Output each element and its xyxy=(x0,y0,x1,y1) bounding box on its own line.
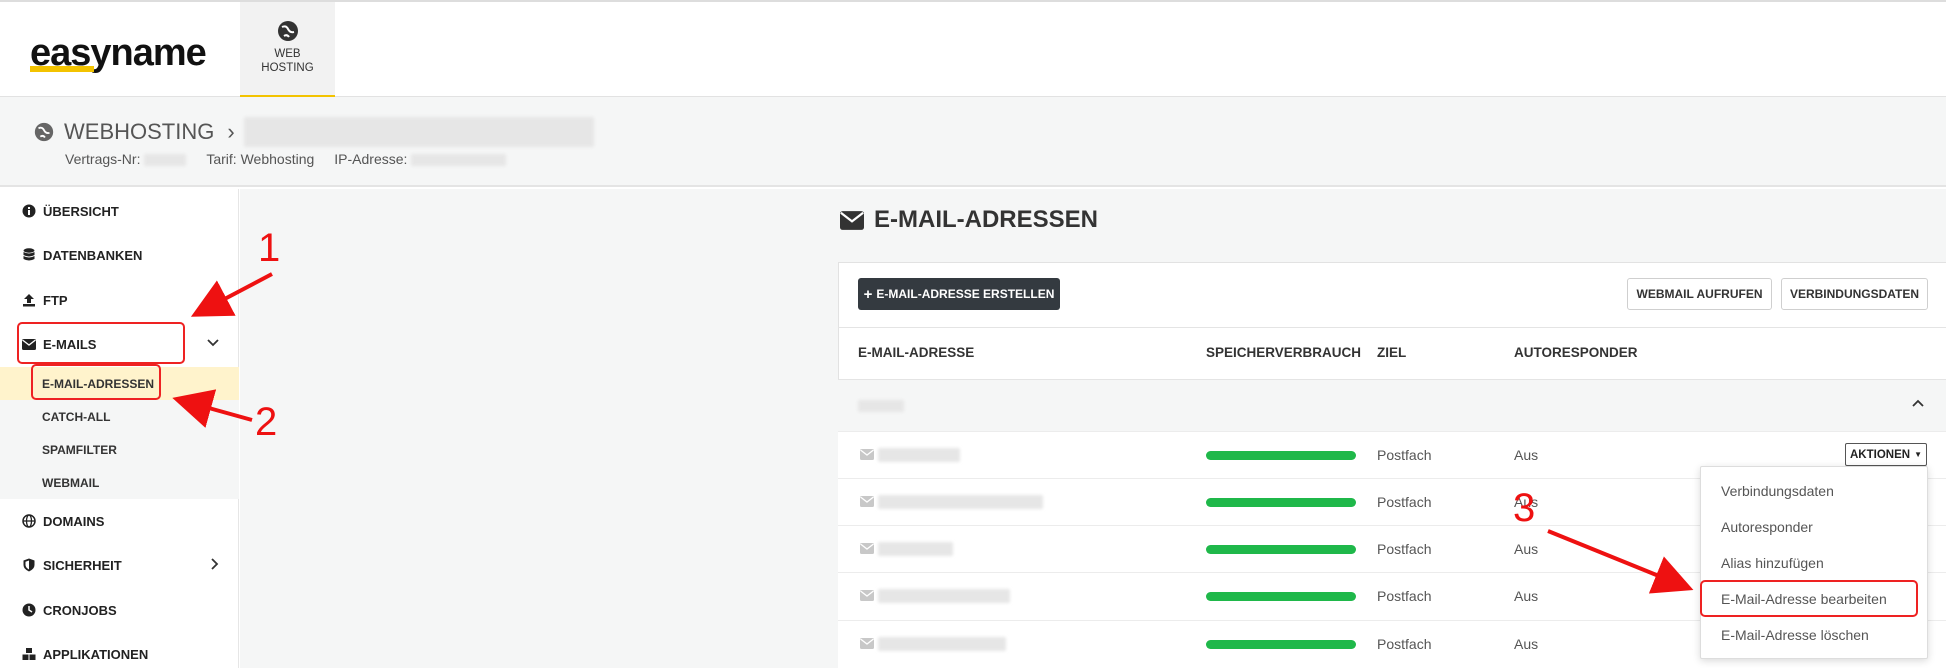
arrow-to-email-adressen xyxy=(172,389,253,428)
arrow-to-bearbeiten xyxy=(1547,529,1694,594)
arrow-to-emails xyxy=(190,272,273,317)
annotation-arrows xyxy=(172,272,1694,594)
